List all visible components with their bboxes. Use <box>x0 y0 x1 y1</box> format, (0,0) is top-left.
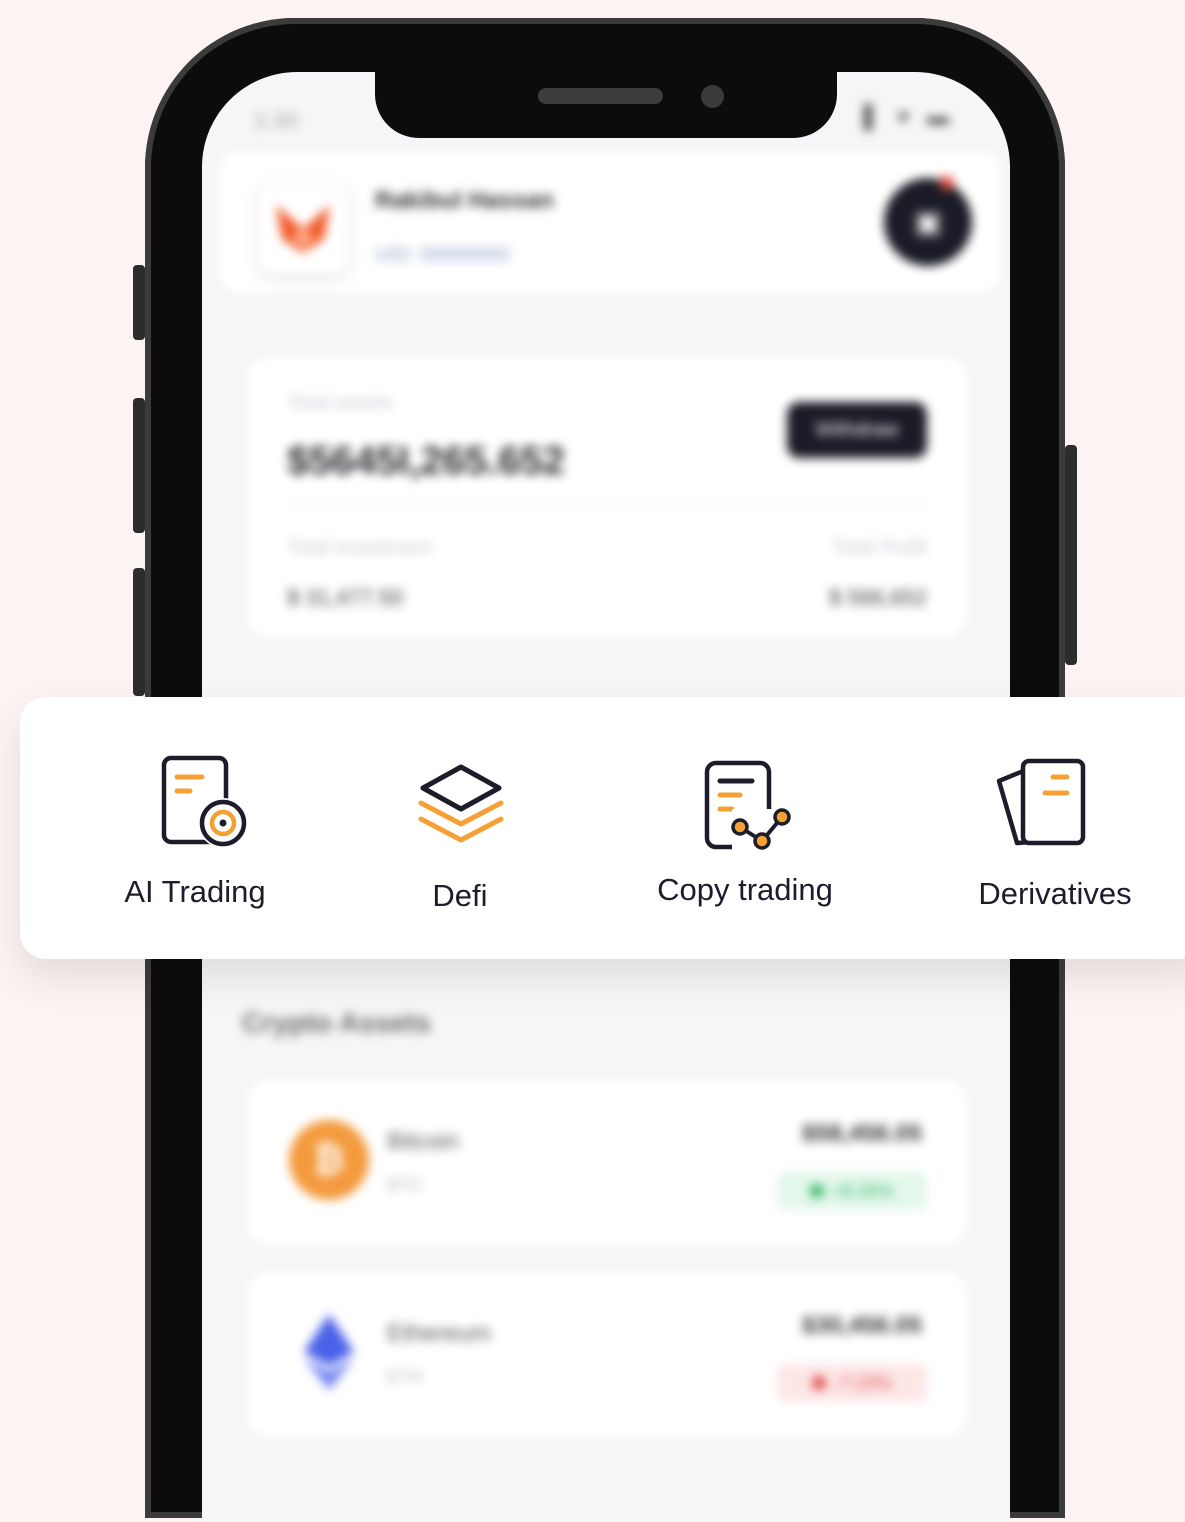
profile-header: Rakibul Hassan UID: 00000000 <box>220 152 1000 292</box>
coin-change-badge: -7.23% <box>777 1364 927 1402</box>
total-profit-label: Total Profit <box>832 537 927 559</box>
derivatives-icon <box>996 758 1086 846</box>
app-logo <box>258 182 348 274</box>
notification-button[interactable]: ▣ <box>884 178 972 266</box>
notification-dot <box>940 176 954 190</box>
assets-card: Total assets $5645I,265.652 Withdraw Tot… <box>247 357 967 637</box>
withdraw-button[interactable]: Withdraw <box>787 402 927 458</box>
divider <box>287 502 927 504</box>
phone-volume-down <box>133 568 145 696</box>
user-uid: UID: 00000000 <box>375 244 510 266</box>
total-assets-label: Total assets <box>287 392 393 414</box>
bell-icon: ▣ <box>913 205 943 239</box>
total-investment-label: Total investment <box>287 537 432 559</box>
feature-label: Derivatives <box>978 876 1132 911</box>
coin-symbol: BTC <box>387 1175 423 1195</box>
coin-name: Bitcoin <box>387 1128 460 1155</box>
total-assets-value: $5645I,265.652 <box>287 439 566 483</box>
user-name: Rakibul Hassan <box>375 187 554 214</box>
coin-change-value: -7.23% <box>834 1372 892 1393</box>
feature-copy-trading[interactable]: Copy trading <box>640 697 850 959</box>
total-investment-value: $ 31,477.50 <box>287 585 404 610</box>
defi-layers-icon <box>418 764 504 843</box>
feature-card: AI Trading Defi Copy trading Derivatives <box>20 697 1185 959</box>
copy-trading-icon <box>704 760 794 851</box>
feature-derivatives[interactable]: Derivatives <box>960 697 1150 959</box>
coin-card-ethereum[interactable]: Ethereum ETH $30,456.05 -7.23% <box>247 1272 967 1437</box>
coin-price: $58,456.05 <box>801 1120 922 1147</box>
feature-ai-trading[interactable]: AI Trading <box>90 697 300 959</box>
bitcoin-icon: ₿ <box>289 1120 369 1200</box>
coin-change-badge: +8.26% <box>777 1172 927 1210</box>
phone-notch <box>375 60 837 138</box>
total-profit-value: $ 566,652 <box>829 585 927 610</box>
speaker-grill <box>538 88 663 104</box>
coin-price: $30,456.05 <box>801 1312 922 1339</box>
coin-name: Ethereum <box>387 1320 492 1347</box>
coin-card-bitcoin[interactable]: ₿ Bitcoin BTC $58,456.05 +8.26% <box>247 1080 967 1245</box>
ethereum-icon <box>289 1312 369 1392</box>
trend-down-dot <box>812 1376 827 1390</box>
coin-change-value: +8.26% <box>832 1180 894 1201</box>
phone-power-button <box>1065 445 1077 665</box>
status-time: 1:30 <box>254 108 299 133</box>
coin-symbol: ETH <box>387 1367 423 1387</box>
phone-volume-up <box>133 398 145 533</box>
trend-up-dot <box>810 1184 825 1198</box>
phone-mute-switch <box>133 265 145 340</box>
ai-trading-icon <box>161 755 248 848</box>
feature-label: AI Trading <box>124 874 266 909</box>
crypto-assets-title: Crypto Assets <box>242 1007 431 1038</box>
front-camera <box>701 85 724 108</box>
fox-logo-icon <box>276 205 330 253</box>
status-icons: ▌ ▾ ▬ <box>864 104 955 129</box>
feature-defi[interactable]: Defi <box>380 697 540 959</box>
feature-label: Defi <box>432 878 488 913</box>
feature-label: Copy trading <box>657 872 833 907</box>
